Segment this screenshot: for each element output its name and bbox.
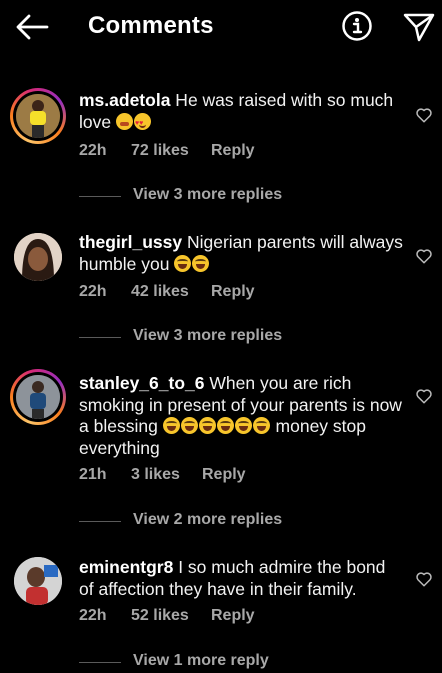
send-button[interactable] [402,10,436,44]
joy-emoji [192,254,210,272]
comment-likes[interactable]: 3 likes [131,466,180,484]
reply-button[interactable]: Reply [211,142,255,160]
comment-time: 22h [79,142,107,159]
heart-icon [416,389,432,404]
joy-emoji [234,417,252,434]
like-button[interactable] [415,570,433,588]
page-title: Comments [88,12,214,39]
heart-icon [416,249,432,264]
view-more-replies[interactable]: View 3 more replies [79,327,339,347]
heart-eyes-emoji [133,112,151,134]
like-button[interactable] [415,247,433,265]
back-button[interactable] [12,10,52,44]
view-more-replies[interactable]: View 2 more replies [79,511,339,531]
joy-emoji [216,417,234,434]
header-bar: Comments [0,0,442,56]
view-more-replies[interactable]: View 1 more reply [79,652,339,672]
avatar[interactable] [10,88,66,144]
send-icon [403,13,435,42]
comment-likes[interactable]: 72 likes [131,142,189,160]
info-button[interactable] [341,10,373,42]
avatar[interactable] [14,557,62,605]
divider-line [79,337,121,338]
comment-text: thegirl_ussy Nigerian parents will alway… [79,232,404,275]
comment-time: 22h [79,607,107,624]
comment-username[interactable]: stanley_6_to_6 [79,373,205,393]
view-more-label: View 1 more reply [133,652,269,669]
joy-emoji [180,417,198,434]
like-button[interactable] [415,387,433,405]
comment-likes[interactable]: 52 likes [131,607,189,625]
shy-smile-emoji [115,112,133,130]
back-arrow-icon [16,14,49,40]
joy-emoji [198,417,216,434]
reply-button[interactable]: Reply [211,283,255,301]
view-more-label: View 3 more replies [133,186,283,203]
avatar[interactable] [10,369,66,425]
like-button[interactable] [415,106,433,124]
joy-emoji [252,417,270,434]
profile-photo [16,94,60,138]
comment-text: stanley_6_to_6 When you are rich smoking… [79,373,404,459]
divider-line [79,196,121,197]
joy-emoji [174,254,192,272]
comment-text: ms.adetola He was raised with so much lo… [79,90,404,134]
view-more-label: View 3 more replies [133,327,283,344]
comment-username[interactable]: eminentgr8 [79,557,173,577]
avatar[interactable] [14,233,62,281]
profile-photo [14,557,62,605]
reply-button[interactable]: Reply [211,607,255,625]
comment-time: 21h [79,466,107,483]
info-icon [342,11,372,41]
view-more-replies[interactable]: View 3 more replies [79,186,339,206]
reply-button[interactable]: Reply [202,466,246,484]
profile-photo [16,375,60,419]
view-more-label: View 2 more replies [133,511,283,528]
heart-icon [416,572,432,587]
comment-username[interactable]: thegirl_ussy [79,232,182,252]
joy-emoji [162,417,180,434]
comment-text: eminentgr8 I so much admire the bond of … [79,557,404,600]
heart-icon [416,108,432,123]
divider-line [79,521,121,522]
comment-username[interactable]: ms.adetola [79,90,170,110]
divider-line [79,662,121,663]
comment-likes[interactable]: 42 likes [131,283,189,301]
profile-photo [14,233,62,281]
comment-time: 22h [79,283,107,300]
